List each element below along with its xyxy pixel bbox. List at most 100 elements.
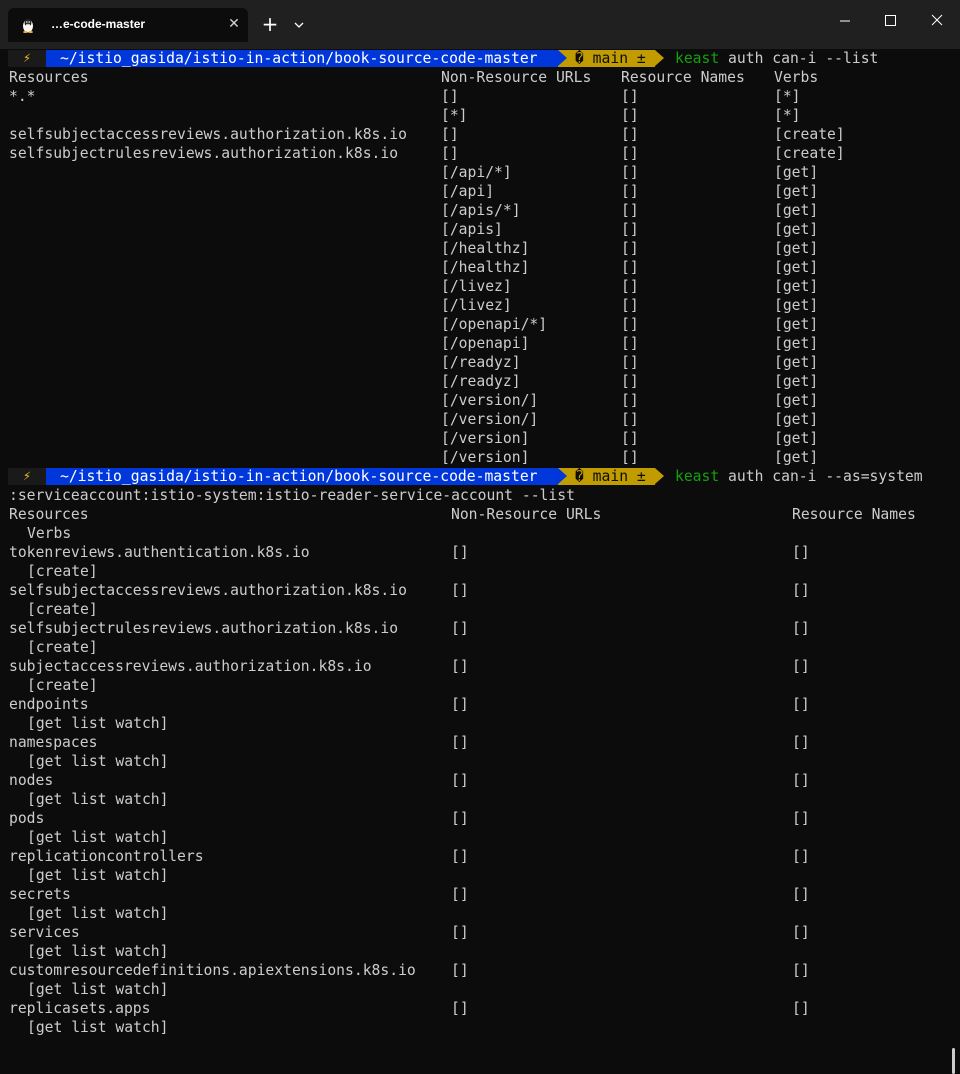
resource-cell: services [9, 924, 80, 941]
terminal-output[interactable]: ⚡ ~/istio_gasida/istio-in-action/book-so… [0, 49, 960, 1074]
table-row: [/api/*] [] [get] [0, 163, 960, 182]
column-header: Verbs [774, 69, 819, 86]
segment-arrow [558, 468, 567, 484]
table-row: subjectaccessreviews.authorization.k8s.i… [0, 657, 960, 676]
table-row: [/api] [] [get] [0, 182, 960, 201]
non-resource-url-cell: [/readyz] [441, 373, 521, 390]
resource-name-cell: [] [621, 145, 639, 162]
table-row: customresourcedefinitions.apiextensions.… [0, 961, 960, 980]
table-row: [/version] [] [get] [0, 448, 960, 467]
verbs-cell: [get] [774, 259, 819, 276]
resource-cell: pods [9, 810, 45, 827]
linux-penguin-icon [23, 18, 33, 33]
table-row-wrap: [create] [0, 562, 960, 581]
prompt-line: ⚡ ~/istio_gasida/istio-in-action/book-so… [0, 467, 960, 486]
table-row: [*] [] [*] [0, 106, 960, 125]
verbs-cell: [get list watch] [27, 905, 169, 922]
table-row: namespaces [] [] [0, 733, 960, 752]
verbs-cell: [get list watch] [27, 829, 169, 846]
command-args: auth can-i --list [719, 50, 879, 67]
chevron-down-icon[interactable] [290, 17, 308, 33]
prompt-path: ~/istio_gasida/istio-in-action/book-sour… [46, 468, 558, 485]
verbs-cell: [get] [774, 316, 819, 333]
table-row-wrap: [get list watch] [0, 790, 960, 809]
table-row: replicasets.apps [] [] [0, 999, 960, 1018]
resource-name-cell: [] [792, 658, 810, 675]
non-resource-url-cell: [] [441, 88, 459, 105]
terminal-tab[interactable]: …e-code-master ✕ [8, 8, 248, 42]
command-args: auth can-i --as=system [719, 468, 923, 485]
resource-cell: selfsubjectrulesreviews.authorization.k8… [9, 145, 399, 162]
verbs-cell: [create] [774, 145, 845, 162]
verbs-cell: [create] [27, 639, 98, 656]
resource-cell: subjectaccessreviews.authorization.k8s.i… [9, 658, 372, 675]
resource-name-cell: [] [792, 1000, 810, 1017]
resource-name-cell: [] [621, 297, 639, 314]
non-resource-url-cell: [/livez] [441, 278, 512, 295]
table-row: [/healthz] [] [get] [0, 258, 960, 277]
prompt-path-text: ~/istio_gasida/istio-in-action/book-sour… [60, 50, 538, 67]
resource-cell: replicationcontrollers [9, 848, 204, 865]
non-resource-url-cell: [/openapi] [441, 335, 530, 352]
resource-cell: customresourcedefinitions.apiextensions.… [9, 962, 416, 979]
close-tab-icon[interactable]: ✕ [225, 15, 243, 33]
verbs-cell: [get] [774, 278, 819, 295]
table-row: selfsubjectrulesreviews.authorization.k8… [0, 619, 960, 638]
table-row: selfsubjectaccessreviews.authorization.k… [0, 125, 960, 144]
non-resource-url-cell: [] [451, 658, 469, 675]
segment-arrow [655, 50, 664, 66]
table-row-wrap: [get list watch] [0, 866, 960, 885]
non-resource-url-cell: [/version] [441, 430, 530, 447]
resource-name-cell: [] [792, 810, 810, 827]
verbs-cell: [get] [774, 392, 819, 409]
table-row: services [] [] [0, 923, 960, 942]
table-row: [/readyz] [] [get] [0, 372, 960, 391]
prompt-line: ⚡ ~/istio_gasida/istio-in-action/book-so… [0, 49, 960, 68]
resource-name-cell: [] [792, 924, 810, 941]
close-window-icon[interactable] [914, 0, 960, 42]
table-row: selfsubjectaccessreviews.authorization.k… [0, 581, 960, 600]
resource-name-cell: [] [621, 316, 639, 333]
verbs-cell: [get list watch] [27, 715, 169, 732]
minimize-icon[interactable] [822, 0, 868, 42]
command-continuation: :serviceaccount:istio-system:istio-reade… [0, 486, 575, 505]
resource-name-cell: [] [621, 126, 639, 143]
resource-name-cell: [] [621, 430, 639, 447]
resource-name-cell: [] [792, 772, 810, 789]
resource-name-cell: [] [621, 354, 639, 371]
resource-name-cell: [] [621, 259, 639, 276]
prompt-path-text: ~/istio_gasida/istio-in-action/book-sour… [60, 468, 538, 485]
non-resource-url-cell: [*] [441, 107, 468, 124]
resource-name-cell: [] [621, 221, 639, 238]
maximize-icon[interactable] [868, 0, 914, 42]
resource-cell: selfsubjectaccessreviews.authorization.k… [9, 126, 407, 143]
git-branch-text: � main ± [575, 50, 646, 67]
verbs-cell: [create] [27, 601, 98, 618]
non-resource-url-cell: [/healthz] [441, 240, 530, 257]
table-row-wrap: [get list watch] [0, 980, 960, 999]
resource-name-cell: [] [621, 392, 639, 409]
resource-cell: nodes [9, 772, 54, 789]
column-header: Non-Resource URLs [451, 506, 602, 523]
command-keyword: keast [675, 468, 720, 485]
table-row: [/apis/*] [] [get] [0, 201, 960, 220]
resource-name-cell: [] [621, 278, 639, 295]
non-resource-url-cell: [] [451, 848, 469, 865]
non-resource-url-cell: [/version/] [441, 411, 539, 428]
verbs-cell: [get] [774, 430, 819, 447]
column-header: Resources [9, 69, 89, 86]
table-row-wrap: [create] [0, 638, 960, 657]
table-header-wrap: Verbs [0, 524, 960, 543]
table-row: endpoints [] [] [0, 695, 960, 714]
non-resource-url-cell: [/livez] [441, 297, 512, 314]
scrollbar-thumb[interactable] [952, 1048, 955, 1074]
verbs-cell: [get] [774, 297, 819, 314]
non-resource-url-cell: [] [451, 772, 469, 789]
title-bar: …e-code-master ✕ + [0, 0, 960, 49]
segment-arrow [558, 50, 567, 66]
table-row: [/openapi] [] [get] [0, 334, 960, 353]
command-text: keast auth can-i --list [675, 49, 878, 68]
non-resource-url-cell: [] [451, 620, 469, 637]
new-tab-plus-icon[interactable]: + [258, 14, 282, 36]
table-row-wrap: [get list watch] [0, 1018, 960, 1037]
